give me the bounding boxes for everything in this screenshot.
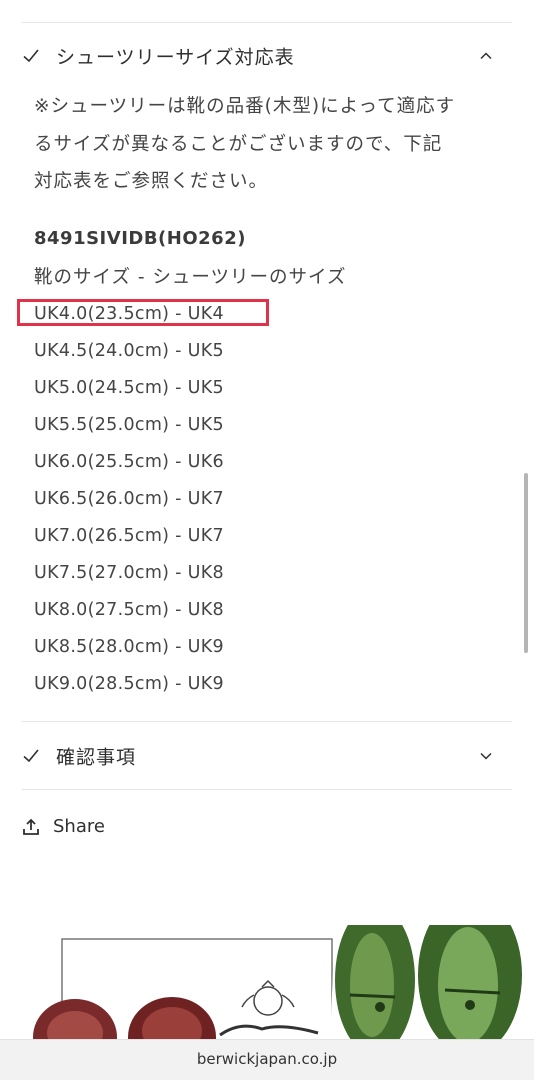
share-upload-icon (23, 818, 39, 835)
share-label: Share (53, 816, 105, 837)
accordion-header-confirmation[interactable]: 確認事項 (0, 726, 534, 786)
chevron-down-icon[interactable] (478, 748, 494, 764)
highlight-box (17, 299, 269, 326)
size-row: UK5.5(25.0cm) - UK5 (34, 415, 224, 435)
note-line: ※シューツリーは靴の品番(木型)によって適応す (34, 96, 456, 117)
size-list: UK4.0(23.5cm) - UK4 UK4.5(24.0cm) - UK5 … (34, 296, 224, 703)
top-divider (22, 22, 512, 23)
check-icon (23, 49, 39, 63)
size-row: UK6.5(26.0cm) - UK7 (34, 489, 224, 509)
size-row: UK7.5(27.0cm) - UK8 (34, 563, 224, 583)
size-row: UK7.0(26.5cm) - UK7 (34, 526, 224, 546)
check-icon (23, 749, 39, 763)
size-row: UK6.0(25.5cm) - UK6 (34, 452, 224, 472)
browser-url-bar[interactable]: berwickjapan.co.jp (0, 1039, 534, 1080)
section-divider (22, 789, 512, 790)
promo-image (0, 925, 534, 1040)
section-divider (22, 721, 512, 722)
chevron-up-icon[interactable] (478, 48, 494, 64)
accordion-title: 確認事項 (56, 746, 137, 769)
note-line: るサイズが異なることがございますので、下記 (34, 133, 443, 155)
size-row: UK8.5(28.0cm) - UK9 (34, 637, 224, 657)
size-row: UK9.0(28.5cm) - UK9 (34, 674, 224, 694)
url-text: berwickjapan.co.jp (196, 1050, 338, 1068)
size-column-header: 靴のサイズ - シューツリーのサイズ (34, 267, 347, 288)
accordion-header-shoe-tree-sizes[interactable]: シューツリーサイズ対応表 (0, 26, 534, 86)
size-note: ※シューツリーは靴の品番(木型)によって適応す るサイズが異なることがございます… (34, 88, 504, 201)
size-row: UK4.5(24.0cm) - UK5 (34, 341, 224, 361)
size-row: UK8.0(27.5cm) - UK8 (34, 600, 224, 620)
model-number: 8491SIVIDB(HO262) (34, 228, 246, 249)
note-line: 対応表をご参照ください。 (34, 171, 269, 192)
scrollbar-thumb[interactable] (524, 473, 528, 653)
accordion-title: シューツリーサイズ対応表 (56, 46, 295, 69)
size-row: UK5.0(24.5cm) - UK5 (34, 378, 224, 398)
share-button[interactable]: Share (22, 814, 142, 842)
